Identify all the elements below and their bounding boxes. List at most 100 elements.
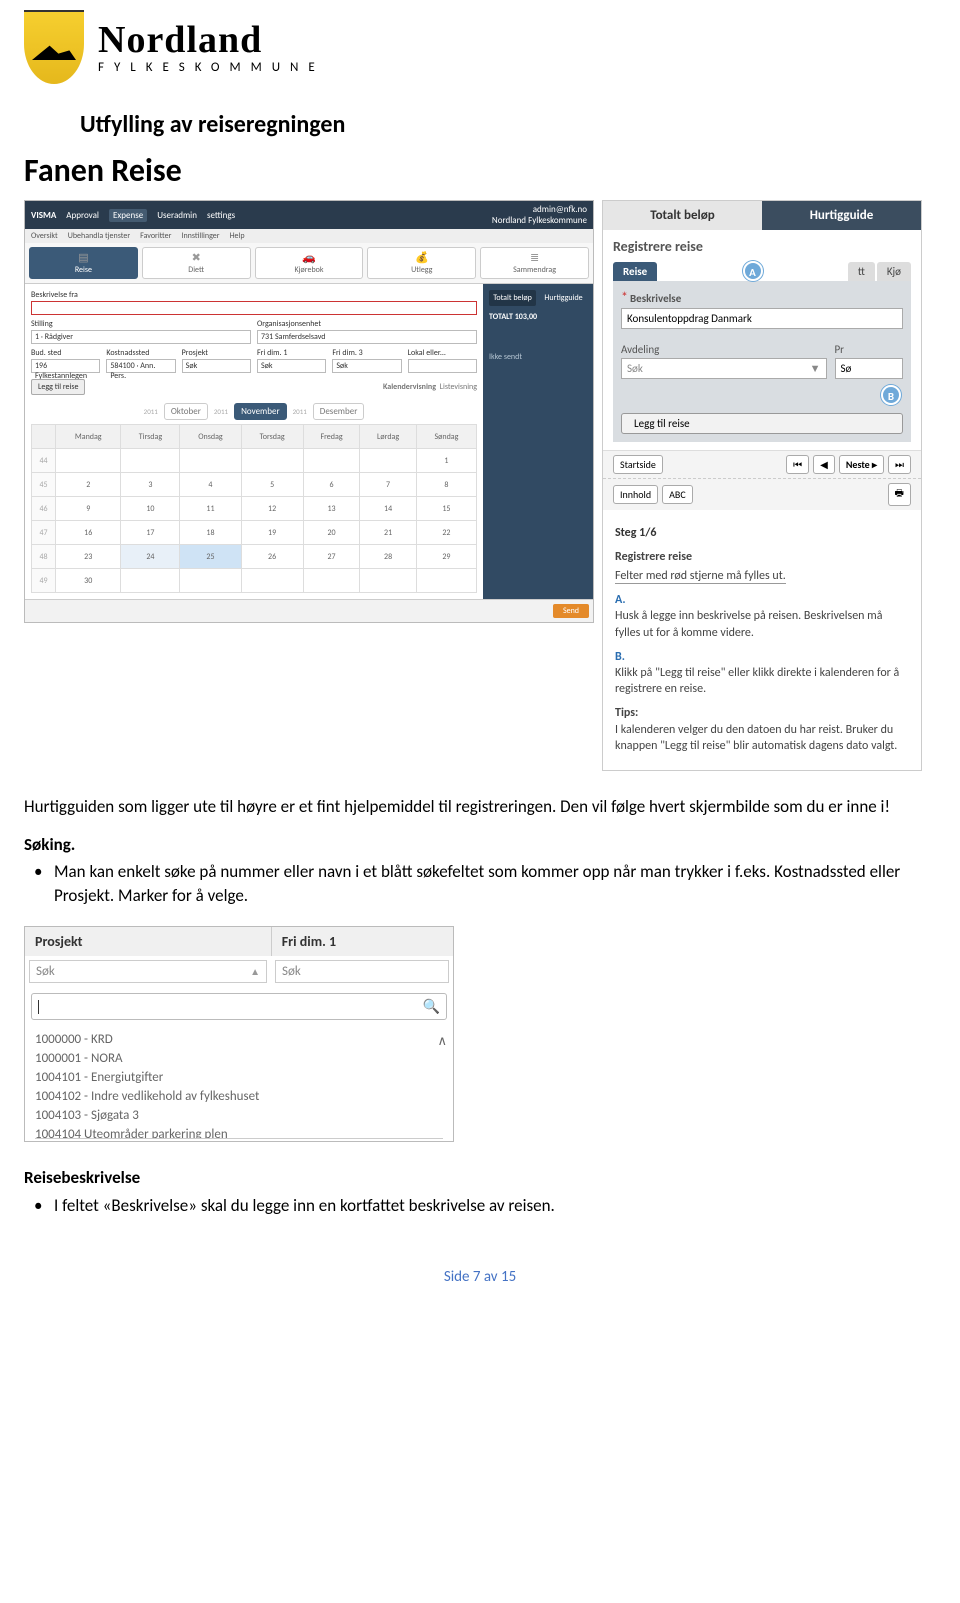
- guide-label-beskrivelse: Beskrivelse: [630, 292, 681, 305]
- scroll-up-icon[interactable]: ∧: [437, 1032, 447, 1051]
- car-icon: 🚗: [258, 251, 361, 263]
- label-lokal: Lokal eller...: [408, 348, 477, 358]
- prosjekt-input[interactable]: Søk: [182, 359, 251, 373]
- guide-text-intro: Felter med rød stjerne må fylles ut.: [615, 568, 909, 584]
- book-icon: ▤: [32, 251, 135, 263]
- guide-label-pr: Pr: [835, 343, 904, 356]
- list-item[interactable]: 1004104 Uteområder parkering plen: [35, 1125, 443, 1139]
- coins-icon: 💰: [370, 251, 473, 263]
- drop-col-prosjekt: Prosjekt: [25, 927, 272, 956]
- toolbar-kjorebok[interactable]: 🚗Kjørebok: [255, 247, 364, 279]
- list-item[interactable]: 1004101 - Energiutgifter: [35, 1068, 443, 1087]
- lokal-input[interactable]: [408, 359, 477, 373]
- nav-startside[interactable]: Startside: [613, 455, 663, 474]
- view-liste[interactable]: Listevisning: [440, 382, 477, 392]
- beskrivelse-input[interactable]: [31, 301, 477, 315]
- guide-tab-hurtig[interactable]: Hurtigguide: [762, 201, 921, 230]
- stilling-select[interactable]: 1 · Rådgiver: [31, 330, 251, 344]
- guide-subtab-reise[interactable]: Reise: [613, 262, 657, 281]
- top-tab[interactable]: settings: [207, 210, 235, 221]
- view-kalender[interactable]: Kalendervisning: [383, 382, 436, 392]
- sub-tab[interactable]: Innstillinger: [181, 231, 219, 241]
- top-tab[interactable]: Approval: [66, 210, 99, 221]
- guide-subtab-kjo[interactable]: Kjø: [877, 262, 911, 281]
- list-item[interactable]: 1000001 - NORA: [35, 1049, 443, 1068]
- nav-innhold[interactable]: Innhold: [613, 485, 658, 504]
- guide-a-body: Husk å legge inn beskrivelse på reisen. …: [615, 609, 883, 639]
- top-tab[interactable]: Expense: [109, 209, 147, 222]
- label-dim1: Fri dim. 1: [257, 348, 326, 358]
- sub-tab[interactable]: Ubehandla tjenster: [68, 231, 130, 241]
- toolbar-diett[interactable]: ✖Diett: [142, 247, 251, 279]
- nav-first[interactable]: ⏮: [786, 455, 809, 474]
- toolbar-utlegg[interactable]: 💰Utlegg: [367, 247, 476, 279]
- section-heading: Fanen Reise: [24, 151, 936, 190]
- side-tab-total[interactable]: Totalt beløp: [489, 290, 536, 306]
- month-current[interactable]: November: [234, 403, 287, 420]
- drop-sok-prosjekt[interactable]: Søk▲: [29, 960, 267, 983]
- brand-name: Nordland: [98, 21, 325, 59]
- guide-title: Registrere reise: [613, 238, 911, 255]
- dim1-input[interactable]: Søk: [257, 359, 326, 373]
- body-paragraph-1: Hurtigguiden som ligger ute til høyre er…: [24, 795, 936, 819]
- kostnadssted-input[interactable]: 584100 · Ann. Pers.: [106, 359, 175, 373]
- sub-tab[interactable]: Oversikt: [31, 231, 58, 241]
- sub-tab[interactable]: Help: [230, 231, 245, 241]
- reisebeskrivelse-bullet: I feltet «Beskrivelse» skal du legge inn…: [54, 1194, 936, 1218]
- calendar[interactable]: MandagTirsdagOnsdag TorsdagFredagLørdagS…: [31, 424, 477, 593]
- marker-a-icon: A: [743, 261, 763, 281]
- month-next[interactable]: Desember: [313, 403, 365, 420]
- guide-a-head: A.: [615, 593, 626, 607]
- guide-step: Steg 1/6: [615, 526, 909, 540]
- send-button[interactable]: Send: [553, 604, 589, 618]
- guide-tips-body: I kalenderen velger du den datoen du har…: [615, 723, 897, 753]
- guide-b-head: B.: [615, 650, 625, 664]
- drop-sok-dim1[interactable]: Søk: [275, 960, 449, 983]
- month-prev[interactable]: Oktober: [164, 403, 208, 420]
- sub-tab[interactable]: Favoritter: [140, 231, 171, 241]
- brand-subtitle: FYLKESKOMMUNE: [98, 61, 325, 74]
- budsted-input[interactable]: 196 Fylkestannlegen: [31, 359, 100, 373]
- user-email: admin@nfk.no: [492, 204, 587, 215]
- reisebeskrivelse-heading: Reisebeskrivelse: [24, 1166, 936, 1190]
- send-status: Ikke sendt: [489, 352, 587, 362]
- toolbar-sammendrag[interactable]: ≣Sammendrag: [480, 247, 589, 279]
- cutlery-icon: ✖: [145, 251, 248, 263]
- guide-subhead: Registrere reise: [615, 550, 909, 564]
- print-icon[interactable]: 🖶: [888, 483, 911, 506]
- soking-bullet: Man kan enkelt søke på nummer eller navn…: [54, 860, 936, 908]
- guide-b-body: Klikk på "Legg til reise" eller klikk di…: [615, 666, 899, 696]
- list-item[interactable]: 1004103 - Sjøgata 3: [35, 1106, 443, 1125]
- search-icon: 🔍: [423, 998, 440, 1015]
- chevron-up-icon: ▲: [250, 965, 260, 978]
- list-item[interactable]: 1000000 - KRD: [35, 1030, 443, 1049]
- nav-prev[interactable]: ◀: [813, 455, 835, 474]
- nav-neste[interactable]: Neste ▸: [839, 455, 884, 474]
- soking-heading: Søking.: [24, 833, 936, 857]
- document-title: Utfylling av reiseregningen: [80, 110, 936, 139]
- legg-til-reise-button[interactable]: Legg til reise: [31, 379, 85, 395]
- list-item[interactable]: 1004102 - Indre vedlikehold av fylkeshus…: [35, 1087, 443, 1106]
- guide-subtab-other[interactable]: tt: [848, 262, 875, 281]
- label-orgenhet: Organisasjonsenhet: [257, 319, 477, 329]
- nav-last[interactable]: ⏭: [888, 455, 911, 474]
- guide-pr-input[interactable]: Sø: [835, 358, 904, 379]
- guide-avdeling-select[interactable]: Søk▼: [621, 358, 827, 379]
- drop-search-input[interactable]: 🔍: [31, 993, 447, 1020]
- side-tab-guide[interactable]: Hurtigguide: [540, 290, 587, 306]
- drop-col-dim1: Fri dim. 1: [272, 927, 453, 956]
- dim3-input[interactable]: Søk: [332, 359, 401, 373]
- guide-label-avdeling: Avdeling: [621, 343, 827, 356]
- top-tab[interactable]: Useradmin: [157, 210, 197, 221]
- guide-legg-til-button[interactable]: Legg til reise: [621, 413, 903, 434]
- toolbar-reise[interactable]: ▤Reise: [29, 247, 138, 279]
- nav-abc[interactable]: ABC: [662, 485, 693, 504]
- guide-beskrivelse-input[interactable]: Konsulentoppdrag Danmark: [621, 308, 903, 329]
- label-stilling: Stilling: [31, 319, 251, 329]
- label-dim3: Fri dim. 3: [332, 348, 401, 358]
- marker-b-icon: B: [881, 385, 901, 405]
- expense-app-screenshot: VISMA Approval Expense Useradmin setting…: [24, 200, 594, 623]
- guide-tab-total[interactable]: Totalt beløp: [603, 201, 762, 230]
- orgenhet-select[interactable]: 731 Samferdselsavd: [257, 330, 477, 344]
- org-name: Nordland Fylkeskommune: [492, 215, 587, 226]
